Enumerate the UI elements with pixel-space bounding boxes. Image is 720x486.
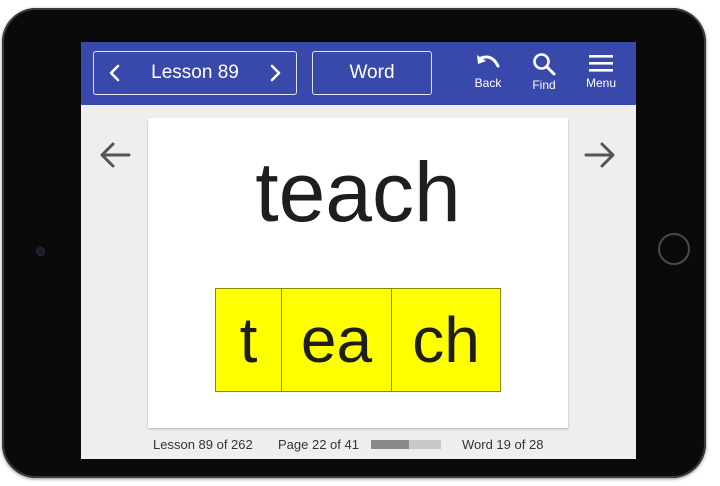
find-label: Find bbox=[532, 78, 556, 92]
undo-icon bbox=[477, 55, 500, 68]
camera-icon bbox=[36, 247, 45, 256]
lesson-navigator: Lesson 89 bbox=[93, 51, 297, 95]
lesson-title: Lesson 89 bbox=[151, 62, 239, 83]
app-bar: Lesson 89 Word Back Find Menu bbox=[81, 42, 636, 105]
word-display: teach bbox=[255, 145, 461, 239]
chevron-left-icon[interactable] bbox=[104, 63, 124, 83]
tablet-frame: Lesson 89 Word Back Find Menu teach t ea… bbox=[2, 8, 706, 478]
phoneme-segment[interactable]: ea bbox=[282, 289, 392, 391]
back-button[interactable]: Back bbox=[464, 48, 512, 100]
search-icon bbox=[533, 53, 556, 76]
progress-fill bbox=[371, 440, 409, 449]
menu-label: Menu bbox=[585, 76, 617, 90]
progress-bar bbox=[371, 440, 441, 449]
word-status: Word 19 of 28 bbox=[462, 437, 544, 452]
find-button[interactable]: Find bbox=[520, 48, 568, 100]
menu-button[interactable]: Menu bbox=[577, 48, 625, 100]
hamburger-icon bbox=[589, 55, 613, 72]
phoneme-segment[interactable]: ch bbox=[392, 289, 500, 391]
phoneme-segments: t ea ch bbox=[215, 288, 501, 392]
phoneme-segment[interactable]: t bbox=[216, 289, 282, 391]
word-card: teach t ea ch bbox=[148, 118, 568, 428]
arrow-left-icon[interactable] bbox=[98, 138, 132, 172]
app-screen: Lesson 89 Word Back Find Menu teach t ea… bbox=[81, 42, 636, 459]
back-label: Back bbox=[474, 76, 502, 90]
lesson-status: Lesson 89 of 262 bbox=[153, 437, 253, 452]
page-status: Page 22 of 41 bbox=[278, 437, 359, 452]
chevron-right-icon[interactable] bbox=[266, 63, 286, 83]
home-button[interactable] bbox=[658, 233, 690, 265]
status-bar: Lesson 89 of 262 Page 22 of 41 Word 19 o… bbox=[81, 435, 636, 455]
arrow-right-icon[interactable] bbox=[583, 138, 617, 172]
word-mode-button[interactable]: Word bbox=[312, 51, 432, 95]
